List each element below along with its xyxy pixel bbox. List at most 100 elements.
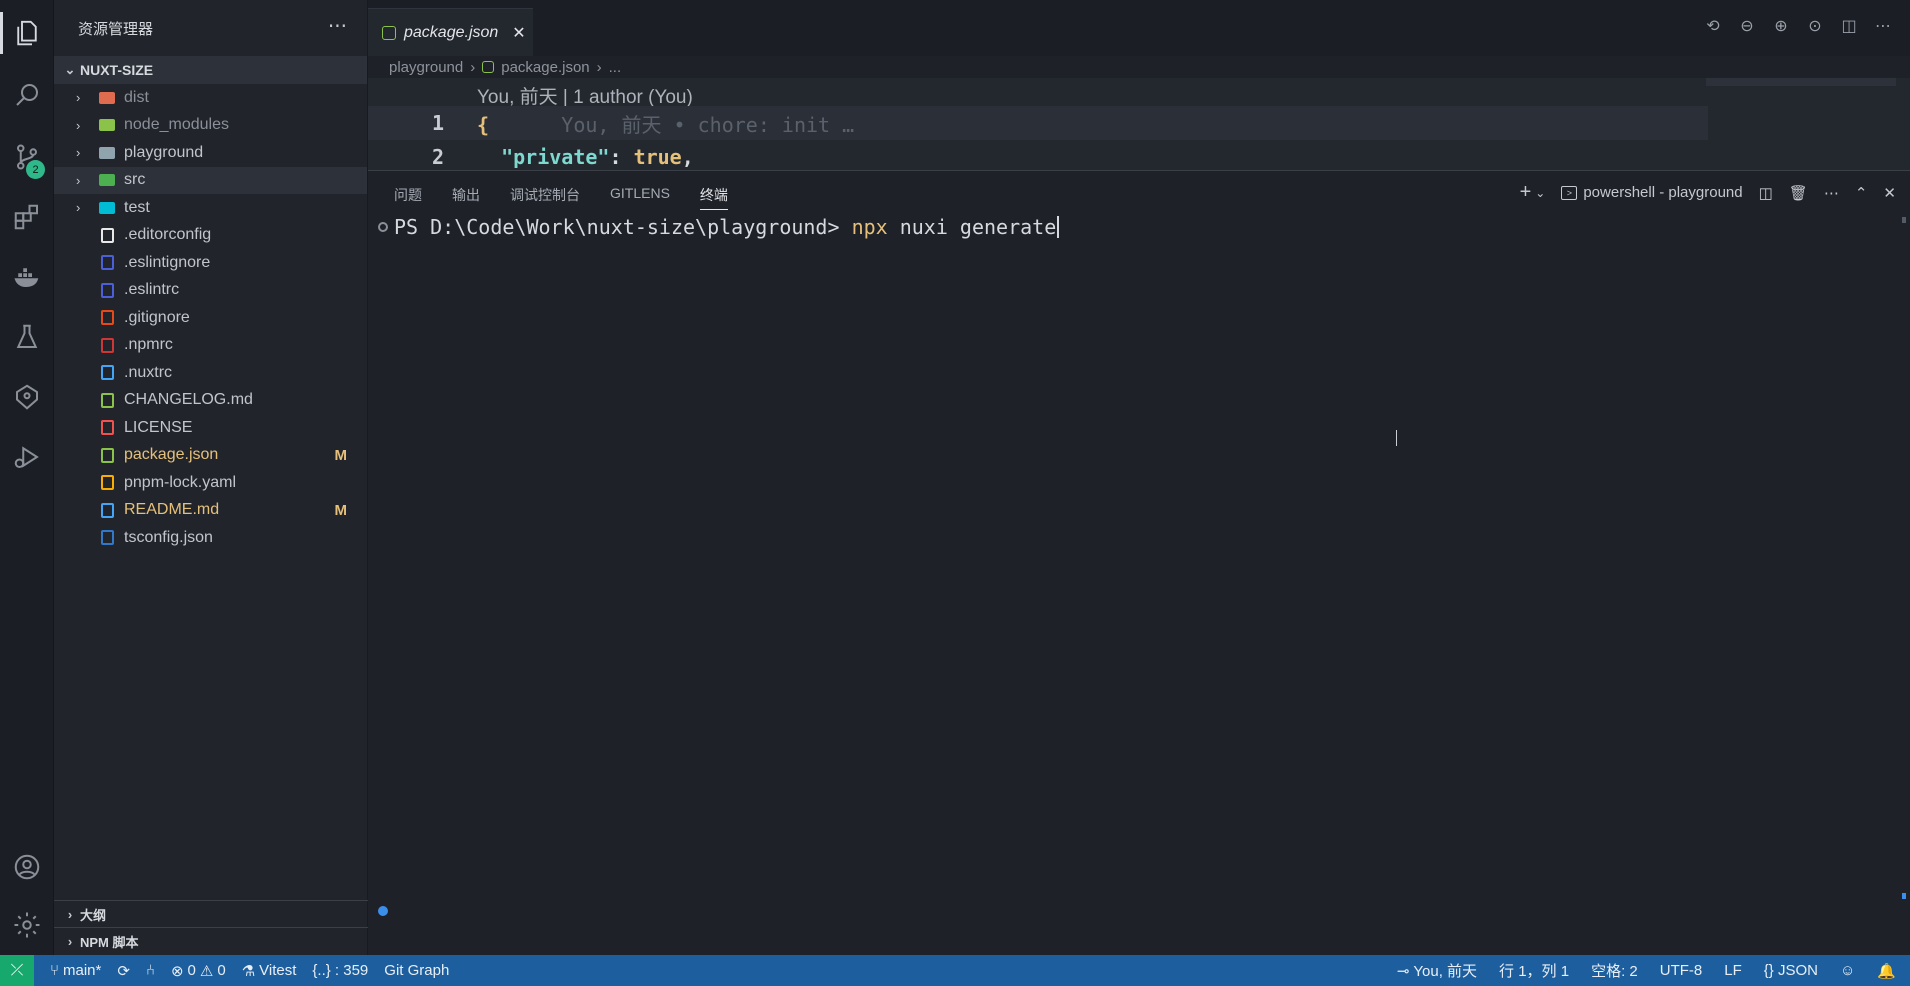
tree-item-label: node_modules — [124, 116, 229, 134]
file-icon — [98, 364, 116, 382]
cursor-position[interactable]: 行 1，列 1 — [1499, 960, 1569, 981]
docker-icon[interactable] — [0, 250, 54, 304]
nodejs-icon — [482, 61, 495, 73]
tab-debug-console[interactable]: 调试控制台 — [510, 185, 580, 210]
feedback-icon[interactable]: ☺ — [1840, 962, 1855, 979]
notifications-bell-icon[interactable]: 🔔 — [1877, 962, 1896, 980]
breadcrumb-folder[interactable]: playground — [389, 59, 463, 76]
json-count-item[interactable]: {..} : 359 — [312, 962, 368, 979]
npm-scripts-section[interactable]: › NPM 脚本 — [54, 927, 368, 955]
trash-icon[interactable]: 🗑 — [1789, 184, 1808, 202]
remote-icon[interactable]: ⤫ — [0, 955, 34, 986]
git-graph-icon[interactable]: ⑃ — [146, 962, 155, 979]
outline-section[interactable]: › 大纲 — [54, 900, 368, 928]
tree-item-readme-md[interactable]: README.md M — [54, 497, 367, 525]
testing-icon[interactable] — [0, 310, 54, 364]
editorconfig-icon — [98, 226, 116, 244]
breadcrumb-file[interactable]: package.json — [501, 59, 589, 76]
tree-item-test[interactable]: › test — [54, 194, 367, 222]
source-control-icon[interactable]: 2 — [0, 130, 54, 184]
next-revision-icon[interactable]: ⊕ — [1770, 14, 1792, 36]
split-editor-icon[interactable]: ◫ — [1838, 14, 1860, 36]
vitest-item[interactable]: ⚗ Vitest — [242, 962, 297, 980]
explorer-icon[interactable] — [0, 6, 54, 60]
end-of-line[interactable]: LF — [1724, 962, 1742, 979]
scroll-marker — [1902, 217, 1906, 223]
minimap[interactable] — [1706, 78, 1896, 86]
search-icon[interactable] — [0, 68, 54, 122]
error-count: 0 — [187, 962, 196, 979]
npm-icon — [98, 336, 116, 354]
vitest-label: Vitest — [259, 962, 297, 979]
sync-item[interactable]: ⟳ — [117, 962, 130, 980]
account-icon[interactable] — [0, 840, 54, 894]
more-actions-icon[interactable]: ⋯ — [1872, 14, 1894, 36]
modified-badge: M — [334, 501, 348, 519]
tab-output[interactable]: 输出 — [452, 185, 480, 210]
tree-item-src[interactable]: › src — [54, 166, 367, 194]
breadcrumb-symbol[interactable]: ... — [609, 59, 622, 76]
tab-gitlens[interactable]: GITLENS — [610, 185, 670, 210]
warning-count: 0 — [217, 962, 226, 979]
open-changes-icon[interactable]: ⟲ — [1702, 14, 1724, 36]
activity-bar: 2 — [0, 0, 54, 955]
branch-item[interactable]: ⑂ main* — [50, 962, 101, 979]
terminal-selector[interactable]: > powershell - playground — [1561, 184, 1743, 201]
settings-gear-icon[interactable] — [0, 898, 54, 952]
extensions-icon[interactable] — [0, 190, 54, 244]
git-compare-icon[interactable]: ⊙ — [1804, 14, 1826, 36]
problems-item[interactable]: ⊗ 0 ⚠ 0 — [171, 962, 226, 980]
split-terminal-icon[interactable]: ◫ — [1759, 184, 1773, 202]
explorer-sidebar: 资源管理器 ··· ⌄ NUXT-SIZE › dist › node_modules… — [54, 0, 368, 955]
chevron-right-icon: › — [67, 907, 73, 922]
tree-item-pnpm-lock-yaml[interactable]: pnpm-lock.yaml — [54, 469, 367, 497]
tree-item-tsconfig-json[interactable]: tsconfig.json — [54, 524, 367, 552]
tree-item-package-json[interactable]: package.json M — [54, 442, 367, 470]
tree-item-node-modules[interactable]: › node_modules — [54, 112, 367, 140]
tab-label: package.json — [404, 23, 499, 41]
language-mode[interactable]: {} JSON — [1764, 962, 1818, 979]
close-icon[interactable]: ✕ — [512, 23, 525, 42]
more-actions-icon[interactable]: ⋯ — [1824, 184, 1839, 202]
codelens-blame[interactable]: You, 前天 | 1 author (You) — [477, 82, 693, 109]
git-graph-button[interactable]: Git Graph — [384, 962, 449, 979]
tree-item-changelog-md[interactable]: CHANGELOG.md — [54, 387, 367, 415]
previous-revision-icon[interactable]: ⊖ — [1736, 14, 1758, 36]
license-icon — [98, 419, 116, 437]
tree-item-gitignore[interactable]: .gitignore — [54, 304, 367, 332]
blame-item[interactable]: ⊸ You, 前天 — [1397, 960, 1477, 981]
brace: { — [477, 112, 490, 137]
tree-item-eslintrc[interactable]: .eslintrc — [54, 277, 367, 305]
tab-package-json[interactable]: package.json ✕ — [368, 8, 533, 56]
tree-item-playground[interactable]: › playground — [54, 139, 367, 167]
chevron-down-icon[interactable]: ⌄ — [1535, 186, 1545, 200]
tree-item-label: .nuxtrc — [124, 363, 173, 381]
json-sep: : — [609, 145, 634, 169]
maximize-panel-icon[interactable]: ⌃ — [1855, 184, 1868, 202]
tree-item-license[interactable]: LICENSE — [54, 414, 367, 442]
editor-tab-bar: package.json ✕ ⟲ ⊖ ⊕ ⊙ ◫ ⋯ — [368, 0, 1910, 56]
code-line: 2 "private": true, — [368, 140, 694, 170]
indentation[interactable]: 空格: 2 — [1591, 960, 1638, 981]
tree-item-npmrc[interactable]: .npmrc — [54, 332, 367, 360]
encoding[interactable]: UTF-8 — [1660, 962, 1703, 979]
nodejs-icon — [98, 446, 116, 464]
tree-item-nuxtrc[interactable]: .nuxtrc — [54, 359, 367, 387]
run-debug-icon[interactable] — [0, 430, 54, 484]
code-editor[interactable]: You, 前天 | 1 author (You) 1 { You, 前天 • c… — [368, 78, 1910, 170]
close-panel-icon[interactable]: ✕ — [1883, 184, 1896, 202]
workspace-root[interactable]: ⌄ NUXT-SIZE — [54, 56, 367, 84]
tab-terminal[interactable]: 终端 — [699, 185, 728, 210]
line-text: "private": true, — [477, 145, 694, 169]
tree-item-dist[interactable]: › dist — [54, 84, 367, 112]
folder-node-icon — [98, 116, 116, 134]
more-actions-icon[interactable]: ··· — [328, 14, 347, 38]
gitlens-icon[interactable] — [0, 370, 54, 424]
tab-problems[interactable]: 问题 — [394, 185, 422, 210]
new-terminal-icon[interactable]: + — [1520, 181, 1532, 204]
status-right: ⊸ You, 前天 行 1，列 1 空格: 2 UTF-8 LF {} JSON… — [1397, 955, 1896, 986]
tree-item-editorconfig[interactable]: .editorconfig — [54, 222, 367, 250]
tree-item-label: playground — [124, 143, 204, 161]
tree-item-eslintignore[interactable]: .eslintignore — [54, 249, 367, 277]
terminal-line[interactable]: PS D:\Code\Work\nuxt-size\playground> np… — [378, 215, 1060, 239]
